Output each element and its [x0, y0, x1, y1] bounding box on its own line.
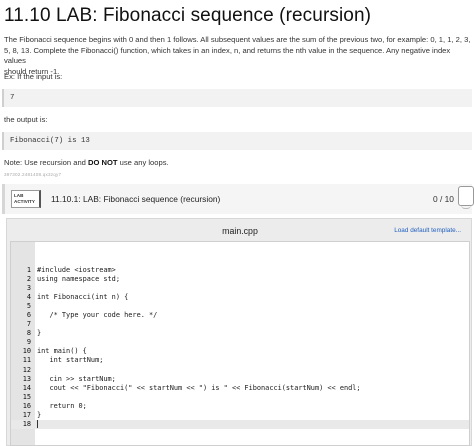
code-text[interactable]: return 0; — [37, 402, 86, 411]
line-number: 16 — [22, 401, 31, 410]
lab-activity-title: 11.10.1: LAB: Fibonacci sequence (recurs… — [51, 194, 221, 204]
code-text[interactable]: cin >> startNum; — [37, 375, 115, 384]
code-line[interactable]: 17} — [11, 410, 469, 420]
note: Note: Use recursion and DO NOT use any l… — [4, 158, 169, 167]
line-number: 10 — [22, 347, 31, 356]
line-number: 6 — [26, 311, 31, 320]
line-number: 3 — [26, 284, 31, 293]
example-input-box: 7 — [2, 89, 472, 107]
problem-description: The Fibonacci sequence begins with 0 and… — [4, 35, 472, 77]
line-number: 17 — [22, 410, 31, 419]
code-text[interactable]: using namespace std; — [37, 275, 120, 284]
line-number: 15 — [22, 392, 31, 401]
code-text[interactable]: #include <iostream> — [37, 266, 116, 275]
description-line: 5, 8, 13. Complete the Fibonacci() funct… — [4, 45, 451, 66]
code-line[interactable]: 6 /* Type your code here. */ — [11, 311, 469, 320]
load-default-template-link[interactable]: Load default template... — [394, 227, 461, 234]
example-output-label: the output is: — [4, 115, 48, 124]
code-text[interactable]: int main() { — [37, 347, 87, 356]
code-editor[interactable]: 1 #include <iostream> 2 using namespace std… — [10, 241, 470, 446]
code-line[interactable]: 1 #include <iostream> — [11, 266, 469, 275]
code-line[interactable]: 2 using namespace std; — [11, 275, 469, 284]
code-line[interactable]: 11 int startNum; — [11, 356, 469, 365]
code-text[interactable]: int Fibonacci(int n) { — [37, 293, 128, 302]
code-line[interactable]: 14 cout << "Fibonacci(" << startNum << "… — [11, 383, 469, 393]
line-number: 2 — [26, 275, 31, 284]
code-text[interactable]: } — [37, 411, 41, 420]
code-line[interactable]: 13 cin >> startNum; — [11, 374, 469, 384]
code-text[interactable]: int startNum; — [37, 356, 103, 365]
code-line[interactable]: 3 — [11, 284, 469, 293]
code-text[interactable]: cout << "Fibonacci(" << startNum << ") i… — [37, 384, 360, 393]
line-number: 18 — [22, 419, 31, 428]
code-text[interactable] — [37, 419, 38, 429]
line-number: 4 — [26, 293, 31, 302]
code-line[interactable]: 5 — [11, 302, 469, 311]
lab-activity-badge: LAB ACTIVITY — [11, 190, 41, 208]
code-line[interactable]: 12 — [11, 365, 469, 375]
code-line[interactable]: 10 int main() { — [11, 347, 469, 356]
code-text[interactable]: } — [37, 329, 41, 338]
line-number: 11 — [22, 356, 31, 365]
code-lines[interactable]: 1 #include <iostream> 2 using namespace std… — [11, 266, 469, 429]
code-line[interactable]: 15 — [11, 392, 469, 402]
example-output-box: Fibonacci(7) is 13 — [2, 132, 472, 150]
activity-id: 397302.2481408.qx3zqy7 — [4, 172, 62, 177]
lab-score: 0 / 10 — [433, 194, 454, 204]
text-cursor — [37, 419, 38, 428]
line-number: 12 — [22, 365, 31, 374]
example-input-label: Ex: If the input is: — [4, 72, 63, 81]
page-title: 11.10 LAB: Fibonacci sequence (recursion… — [4, 5, 372, 26]
editor-panel: main.cpp Load default template... 1 #incl… — [6, 218, 472, 446]
code-text[interactable]: /* Type your code here. */ — [37, 311, 157, 320]
line-number: 13 — [22, 374, 31, 383]
description-line: The Fibonacci sequence begins with 0 and… — [4, 35, 471, 44]
line-number: 7 — [26, 320, 31, 329]
note-emphasis: DO NOT — [88, 158, 118, 167]
note-prefix: Note: Use recursion and — [4, 158, 88, 167]
line-number: 14 — [22, 383, 31, 392]
line-number: 9 — [26, 338, 31, 347]
line-number: 5 — [26, 302, 31, 311]
code-line[interactable]: 7 — [11, 320, 469, 329]
description-line: should return -1. — [4, 66, 60, 76]
badge-line: ACTIVITY — [14, 199, 35, 204]
note-suffix: use any loops. — [117, 158, 169, 167]
code-line[interactable]: 4 int Fibonacci(int n) { — [11, 293, 469, 302]
lab-activity-header: LAB ACTIVITY 11.10.1: LAB: Fibonacci seq… — [2, 184, 474, 214]
line-number: 8 — [26, 329, 31, 338]
code-line[interactable]: 9 — [11, 338, 469, 347]
code-line[interactable]: 18 — [11, 419, 469, 429]
code-line[interactable]: 8} — [11, 329, 469, 338]
score-badge-icon — [458, 186, 474, 209]
code-line[interactable]: 16 return 0; — [11, 401, 469, 411]
line-number: 1 — [26, 266, 31, 274]
